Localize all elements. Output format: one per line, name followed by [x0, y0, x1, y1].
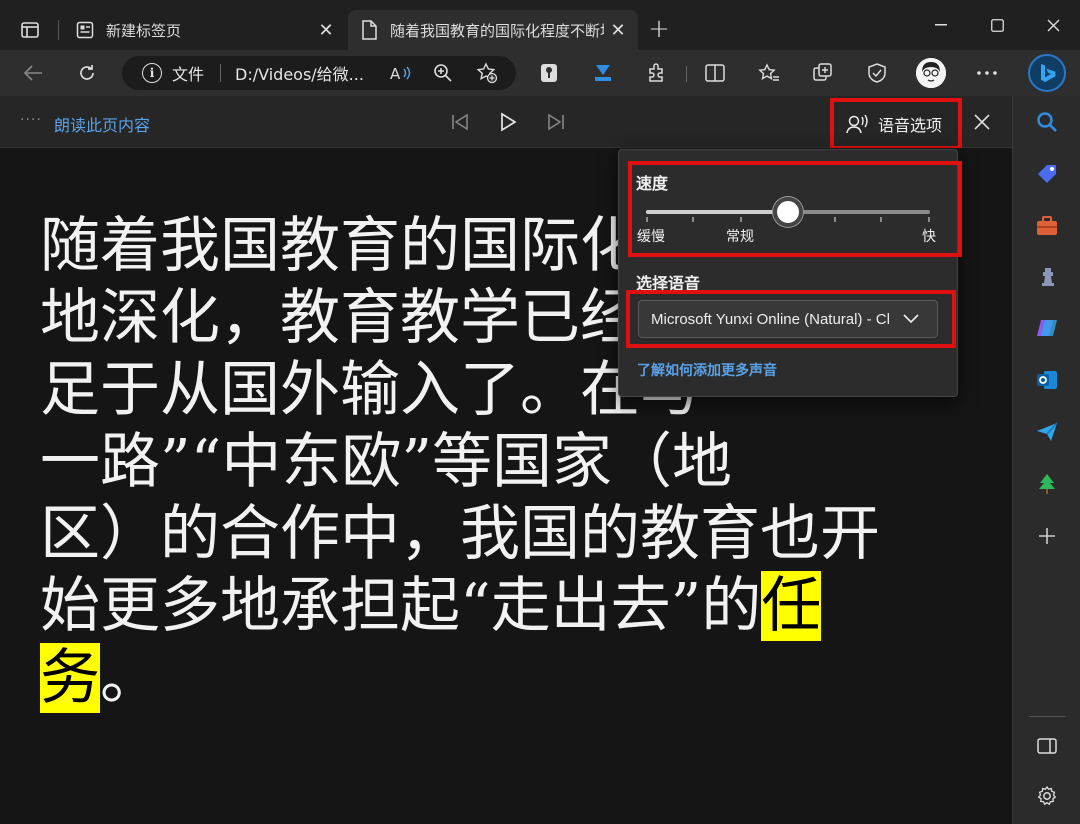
speed-label-fast: 快	[922, 229, 936, 245]
profile-avatar[interactable]	[916, 58, 946, 88]
new-tab-page-icon	[74, 19, 96, 41]
edge-sidebar	[1012, 96, 1080, 824]
voice-select-value: Microsoft Yunxi Online (Natural) - Chine…	[651, 310, 889, 328]
download-icon[interactable]	[586, 56, 620, 90]
article-trailing: 。	[100, 643, 160, 713]
speed-label-slow: 缓慢	[637, 229, 665, 245]
next-paragraph-icon[interactable]	[542, 108, 570, 136]
drag-handle-icon[interactable]: ····	[20, 112, 42, 128]
add-icon[interactable]	[1031, 520, 1063, 552]
search-icon[interactable]	[1031, 106, 1063, 138]
address-scheme-label: 文件	[172, 65, 205, 84]
shopping-tag-icon[interactable]	[1031, 158, 1063, 190]
article-line: 务。	[40, 642, 940, 714]
article-line: 区）的合作中，我国的教育也开	[40, 499, 880, 569]
learn-more-voices-link[interactable]: 了解如何添加更多声音	[637, 360, 777, 380]
play-icon[interactable]	[494, 108, 522, 136]
tab-article[interactable]: 随着我国教育的国际化程度不断地 ✕	[348, 10, 638, 50]
voice-person-icon	[844, 111, 870, 137]
previous-paragraph-icon[interactable]	[446, 108, 474, 136]
send-to-phone-icon[interactable]	[1031, 416, 1063, 448]
tab-close-icon[interactable]: ✕	[604, 16, 632, 44]
sidebar-separator	[1029, 716, 1065, 717]
maximize-icon[interactable]	[974, 10, 1020, 40]
toolbar-separator	[686, 66, 687, 82]
read-aloud-icon[interactable]: A	[384, 56, 418, 90]
speed-title: 速度	[636, 174, 669, 193]
slider-tick	[692, 217, 694, 222]
favorites-icon[interactable]	[752, 56, 786, 90]
zoom-icon[interactable]	[426, 56, 460, 90]
hide-sidebar-icon[interactable]	[1031, 730, 1063, 762]
refresh-icon[interactable]	[70, 56, 104, 90]
speed-slider-fill	[646, 210, 788, 214]
extensions-icon[interactable]	[640, 56, 674, 90]
settings-gear-icon[interactable]	[1031, 780, 1063, 812]
tab-strip: 新建标签页 ✕ 随着我国教育的国际化程度不断地 ✕ +	[0, 0, 1080, 50]
file-icon	[358, 19, 380, 41]
voice-select[interactable]: Microsoft Yunxi Online (Natural) - Chine…	[638, 300, 938, 338]
highlighted-word: 务	[40, 643, 100, 713]
tab-title: 新建标签页	[106, 21, 182, 40]
read-aloud-title: 朗读此页内容	[54, 116, 151, 135]
article-line: 一路”“中东欧”等国家（地	[40, 427, 733, 497]
tab-actions-icon[interactable]	[14, 14, 46, 46]
highlighted-word: 任	[761, 571, 822, 641]
speed-slider-thumb[interactable]	[773, 197, 803, 227]
slider-tick	[646, 217, 648, 222]
minimize-icon[interactable]	[918, 10, 964, 40]
browser-essentials-icon[interactable]	[860, 56, 894, 90]
tools-briefcase-icon[interactable]	[1031, 210, 1063, 242]
tab-title: 随着我国教育的国际化程度不断地	[390, 21, 604, 40]
games-chess-icon[interactable]	[1031, 260, 1063, 292]
article-line-text: 始更多地承担起“走出去”的	[40, 571, 762, 641]
copilot-icon[interactable]	[1031, 312, 1063, 344]
navigation-toolbar: i 文件 D:/Videos/给微... A	[0, 50, 1080, 96]
split-screen-icon[interactable]	[698, 56, 732, 90]
address-url[interactable]: D:/Videos/给微...	[235, 61, 364, 85]
slider-tick	[740, 217, 742, 222]
collections-icon[interactable]	[806, 56, 840, 90]
add-favorite-icon[interactable]	[470, 56, 504, 90]
speed-label-normal: 常规	[726, 229, 754, 245]
voice-options-label: 语音选项	[878, 116, 943, 135]
address-separator	[220, 64, 222, 82]
back-icon[interactable]	[16, 56, 50, 90]
tab-separator	[58, 20, 59, 40]
voice-options-button[interactable]: 语音选项	[830, 98, 962, 150]
chevron-down-icon	[901, 309, 921, 329]
bing-copilot-icon[interactable]	[1028, 54, 1066, 92]
close-read-aloud-icon[interactable]	[968, 108, 996, 136]
tab-new-tab[interactable]: 新建标签页 ✕	[64, 10, 346, 50]
outlook-icon[interactable]	[1031, 364, 1063, 396]
new-tab-button[interactable]: +	[644, 14, 674, 44]
svg-text:A: A	[390, 65, 401, 83]
more-options-icon[interactable]	[970, 56, 1004, 90]
slider-tick	[834, 217, 836, 222]
tree-icon[interactable]	[1031, 468, 1063, 500]
tab-close-icon[interactable]: ✕	[312, 16, 340, 44]
password-key-icon[interactable]	[532, 56, 566, 90]
site-info-icon[interactable]: i	[142, 63, 162, 83]
article-line: 始更多地承担起“走出去”的任	[40, 570, 940, 642]
slider-tick	[928, 217, 930, 222]
close-window-icon[interactable]	[1030, 10, 1076, 40]
slider-tick	[880, 217, 882, 222]
